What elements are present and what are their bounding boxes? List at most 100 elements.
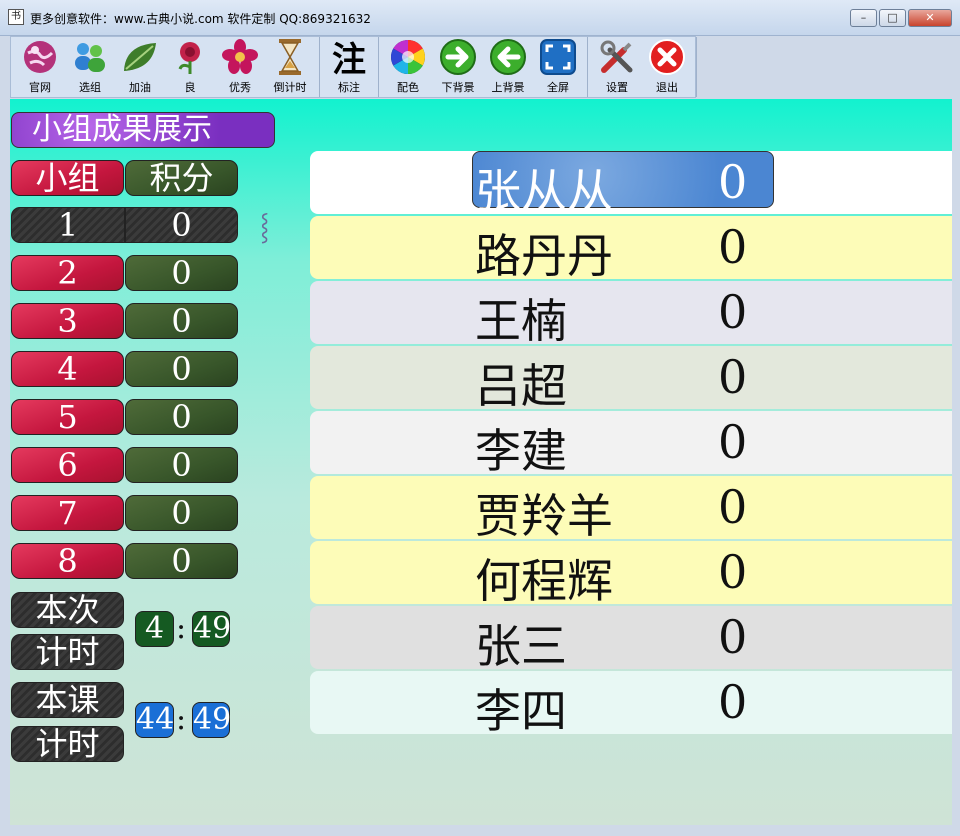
student-row[interactable]: 贾羚羊 0 bbox=[310, 476, 952, 543]
student-row[interactable]: 王楠 0 bbox=[310, 281, 952, 348]
group-number[interactable]: 4 bbox=[11, 351, 124, 387]
group-score[interactable]: 0 bbox=[125, 447, 238, 483]
toolbar-button-arrow-right[interactable]: 下背景 bbox=[433, 37, 483, 97]
student-row[interactable]: 张从从 0 bbox=[310, 151, 952, 218]
toolbar-button-label: 下背景 bbox=[441, 81, 475, 94]
timer1-label-b: 计时 bbox=[11, 634, 124, 670]
timer1-minutes[interactable]: 4 bbox=[135, 611, 174, 647]
toolbar-button-label: 全屏 bbox=[547, 81, 569, 94]
group-score[interactable]: 0 bbox=[125, 207, 238, 243]
student-score: 0 bbox=[718, 220, 748, 274]
group-number[interactable]: 6 bbox=[11, 447, 124, 483]
annotate-icon: 注 bbox=[332, 39, 366, 80]
vine-decoration: ⸾ bbox=[260, 212, 270, 242]
toolbar-button-users[interactable]: 选组 bbox=[65, 37, 115, 97]
toolbar-button-arrow-left[interactable]: 上背景 bbox=[483, 37, 533, 97]
group-score[interactable]: 0 bbox=[125, 543, 238, 579]
rose-icon bbox=[170, 37, 210, 76]
student-score: 0 bbox=[718, 545, 748, 599]
student-row[interactable]: 张三 0 bbox=[310, 606, 952, 673]
toolbar-button-label: 退出 bbox=[656, 81, 678, 94]
fullscreen-icon bbox=[538, 37, 578, 76]
group-score[interactable]: 0 bbox=[125, 351, 238, 387]
toolbar-group: 配色 下背景 上背景 全屏 bbox=[379, 37, 588, 97]
toolbar-button-label: 良 bbox=[184, 81, 196, 94]
tools-icon bbox=[597, 37, 637, 76]
group-score[interactable]: 0 bbox=[125, 495, 238, 531]
minimize-button[interactable]: – bbox=[850, 9, 877, 27]
toolbar-button-globe[interactable]: 官网 bbox=[15, 37, 65, 97]
student-score: 0 bbox=[718, 675, 748, 729]
group-number[interactable]: 2 bbox=[11, 255, 124, 291]
timer2-seconds[interactable]: 49 bbox=[192, 702, 231, 738]
color-wheel-icon bbox=[388, 37, 428, 76]
toolbar-button-color-wheel[interactable]: 配色 bbox=[383, 37, 433, 97]
student-name: 吕超 bbox=[475, 359, 567, 413]
toolbar-button-label: 加油 bbox=[129, 81, 151, 94]
toolbar-group: 官网 选组 加油 良 优秀 倒计时 bbox=[11, 37, 320, 97]
toolbar-button-tools[interactable]: 设置 bbox=[592, 37, 642, 97]
student-row[interactable]: 吕超 0 bbox=[310, 346, 952, 413]
toolbar-button-exit[interactable]: 退出 bbox=[642, 37, 692, 97]
timer2-separator: : bbox=[176, 702, 187, 737]
leaf-icon bbox=[120, 37, 160, 76]
toolbar-button-flower[interactable]: 优秀 bbox=[215, 37, 265, 97]
student-score: 0 bbox=[718, 480, 748, 534]
student-row[interactable]: 李四 0 bbox=[310, 671, 952, 738]
toolbar-button-label: 优秀 bbox=[229, 81, 251, 94]
toolbar-button-label: 标注 bbox=[338, 81, 360, 94]
toolbar-button-label: 倒计时 bbox=[273, 81, 307, 94]
timer1-seconds[interactable]: 49 bbox=[192, 611, 231, 647]
timer1-label-a: 本次 bbox=[11, 592, 124, 628]
window-title: 更多创意软件：www.古典小说.com 软件定制 QQ:869321632 bbox=[30, 12, 371, 26]
group-number[interactable]: 8 bbox=[11, 543, 124, 579]
group-score[interactable]: 0 bbox=[125, 303, 238, 339]
arrow-left-icon bbox=[488, 37, 528, 76]
student-score: 0 bbox=[718, 415, 748, 469]
toolbar-button-hourglass[interactable]: 倒计时 bbox=[265, 37, 315, 97]
title-bar: 书 更多创意软件：www.古典小说.com 软件定制 QQ:869321632 … bbox=[0, 0, 960, 36]
student-name: 张三 bbox=[475, 619, 567, 673]
student-row[interactable]: 李建 0 bbox=[310, 411, 952, 478]
timer2-label-b: 计时 bbox=[11, 726, 124, 762]
hourglass-icon bbox=[270, 37, 310, 76]
toolbar-button-rose[interactable]: 良 bbox=[165, 37, 215, 97]
toolbar-button-fullscreen[interactable]: 全屏 bbox=[533, 37, 583, 97]
toolbar-button-annotate[interactable]: 注标注 bbox=[324, 37, 374, 97]
timer2-minutes[interactable]: 44 bbox=[135, 702, 174, 738]
student-row[interactable]: 路丹丹 0 bbox=[310, 216, 952, 283]
toolbar-button-leaf[interactable]: 加油 bbox=[115, 37, 165, 97]
app-icon: 书 bbox=[8, 9, 24, 25]
score-header: 积分 bbox=[125, 160, 238, 196]
timer2-label-a: 本课 bbox=[11, 682, 124, 718]
toolbar: 官网 选组 加油良优秀 倒计时注标注 配色 下背景 上背景 全屏 设置 退出 bbox=[10, 36, 697, 98]
student-score: 0 bbox=[718, 350, 748, 404]
close-button[interactable]: ✕ bbox=[908, 9, 952, 27]
window-controls: – □ ✕ bbox=[850, 9, 952, 27]
student-name: 路丹丹 bbox=[475, 229, 613, 283]
student-name: 王楠 bbox=[475, 294, 567, 348]
group-number[interactable]: 1 bbox=[11, 207, 125, 243]
toolbar-button-label: 选组 bbox=[79, 81, 101, 94]
main-panel: 小组成果展示 小组 积分 1020304050607080 ⸾ 本次 计时 4 … bbox=[10, 99, 952, 825]
maximize-button[interactable]: □ bbox=[879, 9, 906, 27]
group-number[interactable]: 7 bbox=[11, 495, 124, 531]
student-score: 0 bbox=[718, 285, 748, 339]
group-number[interactable]: 5 bbox=[11, 399, 124, 435]
student-name: 李四 bbox=[475, 684, 567, 738]
exit-icon bbox=[647, 37, 687, 76]
student-row[interactable]: 何程辉 0 bbox=[310, 541, 952, 608]
group-score[interactable]: 0 bbox=[125, 255, 238, 291]
toolbar-button-label: 上背景 bbox=[491, 81, 525, 94]
group-score[interactable]: 0 bbox=[125, 399, 238, 435]
student-name: 何程辉 bbox=[475, 554, 613, 608]
student-score: 0 bbox=[718, 155, 748, 209]
toolbar-group: 设置 退出 bbox=[588, 37, 697, 97]
student-name: 贾羚羊 bbox=[475, 489, 613, 543]
arrow-right-icon bbox=[438, 37, 478, 76]
panel-title: 小组成果展示 bbox=[11, 112, 275, 148]
student-score: 0 bbox=[718, 610, 748, 664]
group-number[interactable]: 3 bbox=[11, 303, 124, 339]
globe-icon bbox=[20, 37, 60, 76]
flower-icon bbox=[220, 37, 260, 76]
